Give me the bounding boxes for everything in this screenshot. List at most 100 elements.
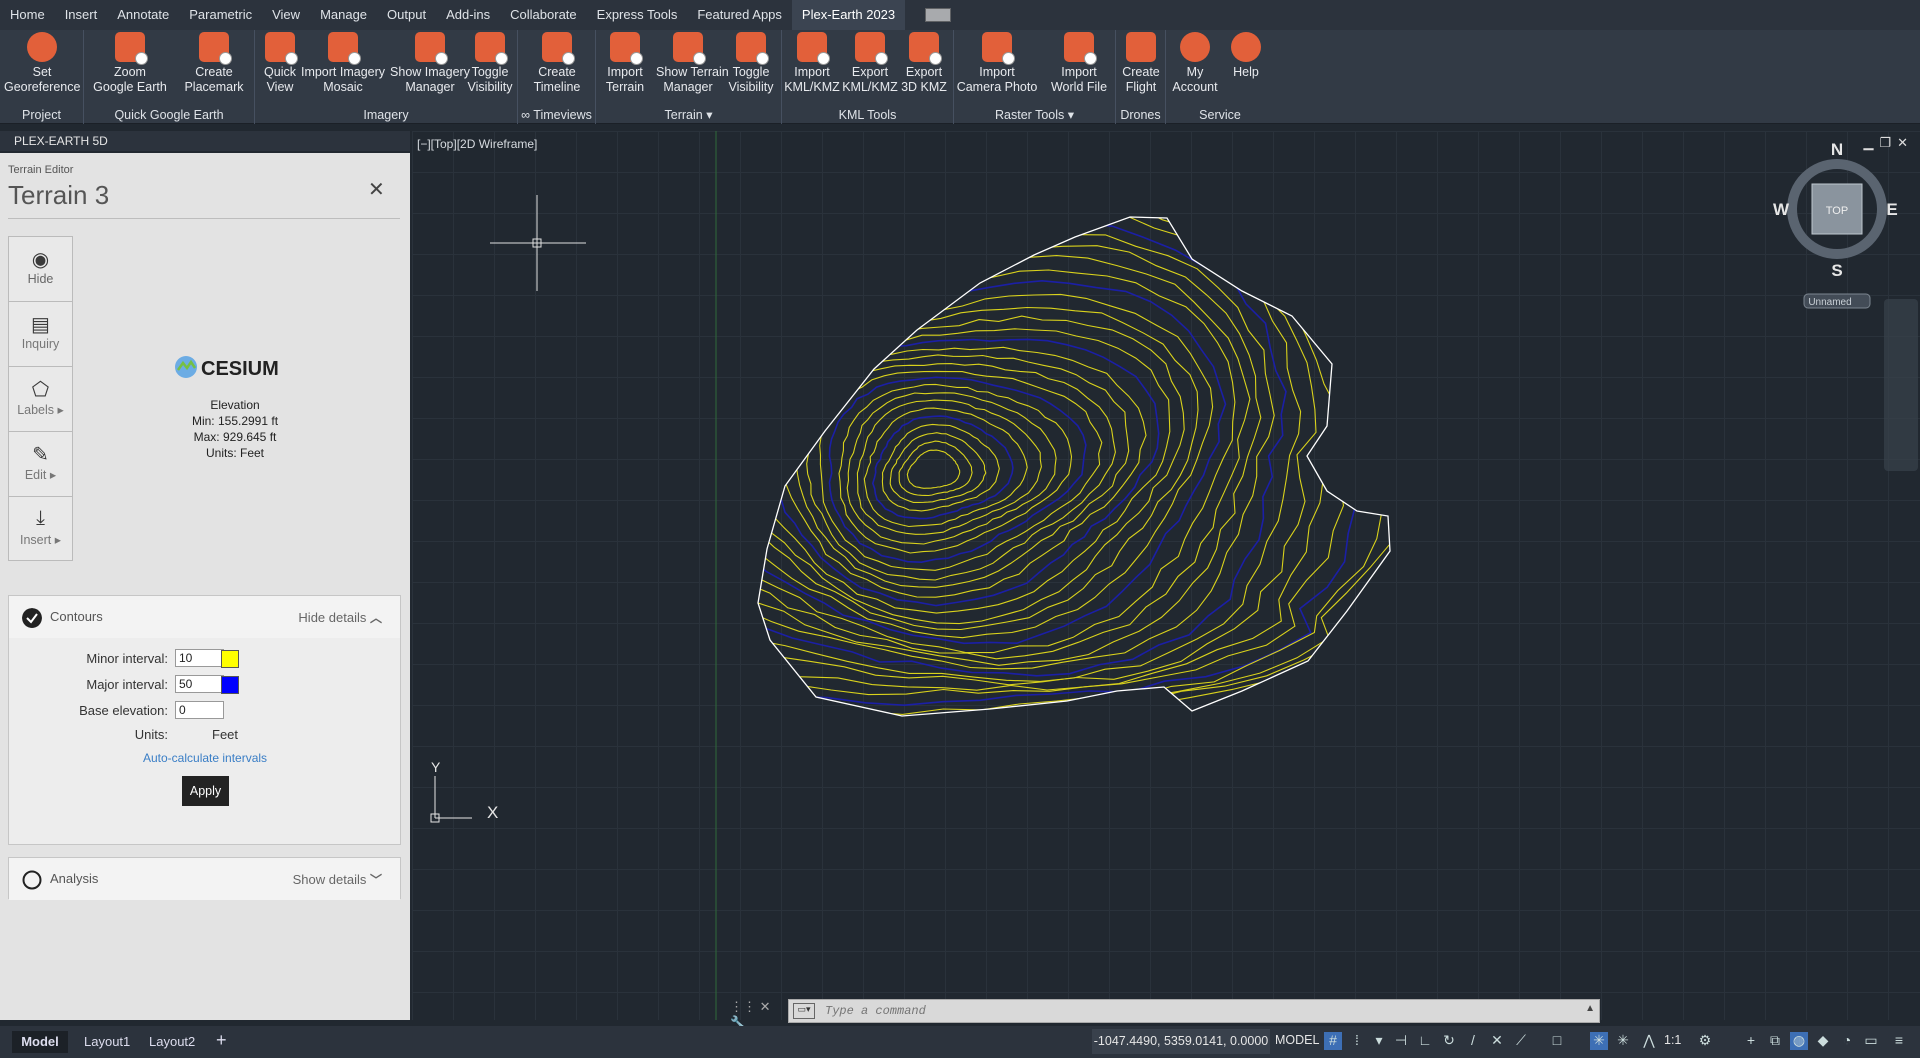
export-3d-kmz-button[interactable]: Export 3D KMZ: [898, 32, 950, 95]
autoscale-icon[interactable]: ✳: [1614, 1032, 1632, 1050]
menu-tab-manage[interactable]: Manage: [310, 0, 377, 30]
command-line-handle[interactable]: ⋮⋮ ✕ 🔧: [730, 999, 786, 1030]
terrain-contour-drawing[interactable]: TOP N S E W Unnamed Y X: [412, 131, 1920, 1020]
ortho-icon[interactable]: ∟: [1416, 1032, 1434, 1050]
minor-color-swatch[interactable]: [221, 650, 239, 668]
my-account-button[interactable]: My Account: [1170, 32, 1220, 95]
import-camera-photo-button[interactable]: Import Camera Photo: [956, 32, 1038, 95]
show-terrain-manager-button[interactable]: Show Terrain Manager: [656, 32, 729, 95]
ribbon: Set Georeference Project Zoom Google Earth…: [0, 30, 1920, 124]
group-label-raster-tools[interactable]: Raster Tools ▾: [954, 107, 1115, 122]
analysis-header[interactable]: Analysis Show details ﹀: [9, 858, 400, 900]
import-world-file-button[interactable]: Import World File: [1046, 32, 1112, 95]
clean-screen-icon[interactable]: ▭: [1862, 1032, 1880, 1050]
major-color-swatch[interactable]: [221, 676, 239, 694]
set-georeference-button[interactable]: Set Georeference: [4, 32, 80, 95]
navigation-bar[interactable]: [1884, 299, 1918, 471]
gear-icon[interactable]: ⚙: [1696, 1032, 1714, 1050]
ribbon-group-terrain: Import Terrain Show Terrain Manager Toggle…: [596, 30, 782, 124]
show-imagery-manager-button[interactable]: Show Imagery Manager: [383, 32, 477, 95]
units-icon[interactable]: ⧉: [1766, 1032, 1784, 1050]
hardware-accel-icon[interactable]: ◔: [1838, 1032, 1856, 1050]
create-flight-button[interactable]: Create Flight: [1118, 32, 1164, 95]
zoom-google-earth-button[interactable]: Zoom Google Earth: [92, 32, 168, 95]
units-label: Units:: [134, 727, 168, 742]
coordinates-readout[interactable]: -1047.4490, 5359.0141, 0.0000: [1092, 1029, 1270, 1054]
annotation-visibility-icon[interactable]: ✳: [1590, 1032, 1608, 1050]
isodraft-icon[interactable]: /: [1464, 1032, 1482, 1050]
chevron-up-icon: ︿: [369, 611, 382, 625]
hide-details-toggle[interactable]: Hide details ︿: [298, 609, 382, 626]
ribbon-label-line: KML/KMZ: [842, 80, 898, 94]
menu-tab-add-ins[interactable]: Add-ins: [436, 0, 500, 30]
import-terrain-button[interactable]: Import Terrain: [600, 32, 650, 95]
help-button[interactable]: Help: [1226, 32, 1266, 80]
menu-tab-plex-earth-2023[interactable]: Plex-Earth 2023: [791, 0, 906, 30]
menu-tab-output[interactable]: Output: [377, 0, 436, 30]
drawing-viewport[interactable]: [−][Top][2D Wireframe] ▁❐✕ TOP N S E W U…: [412, 131, 1920, 1020]
scale-dropdown[interactable]: 1:1: [1664, 1033, 1681, 1047]
menu-tab-home[interactable]: Home: [0, 0, 55, 30]
osnap-icon[interactable]: ✕: [1488, 1032, 1506, 1050]
menu-tab-express-tools[interactable]: Express Tools: [587, 0, 688, 30]
workspace-dropdown[interactable]: [925, 8, 952, 22]
close-icon[interactable]: ✕: [368, 177, 385, 202]
edit-tool[interactable]: ✎ Edit ▸: [9, 432, 72, 497]
plus-icon[interactable]: +: [1742, 1032, 1760, 1050]
inquiry-icon: ▤: [31, 314, 50, 336]
plex-icon[interactable]: ◆: [1814, 1032, 1832, 1050]
base-elevation-input[interactable]: [175, 701, 224, 719]
apply-button[interactable]: Apply: [182, 776, 229, 806]
grid-icon[interactable]: #: [1324, 1032, 1342, 1050]
auto-calculate-link[interactable]: Auto-calculate intervals: [143, 751, 267, 765]
create-timeline-button[interactable]: Create Timeline: [524, 32, 590, 95]
select-cycle-icon[interactable]: □: [1548, 1032, 1566, 1050]
menu-tab-featured-apps[interactable]: Featured Apps: [687, 0, 792, 30]
create-placemark-button[interactable]: Create Placemark: [178, 32, 250, 95]
minor-contour: [863, 407, 1028, 528]
menu-tab-collaborate[interactable]: Collaborate: [500, 0, 587, 30]
import-imagery-mosaic-button[interactable]: Import Imagery Mosaic: [296, 32, 390, 95]
annotation-scale-icon[interactable]: ⋀: [1640, 1032, 1658, 1050]
insert-tool[interactable]: ⤓ Insert ▸: [9, 497, 72, 562]
menu-tab-parametric[interactable]: Parametric: [179, 0, 262, 30]
checked-icon[interactable]: [22, 608, 42, 628]
infer-icon[interactable]: ⊣: [1392, 1032, 1410, 1050]
snap-icon[interactable]: ⁞: [1348, 1032, 1366, 1050]
tab-layout1[interactable]: Layout1: [84, 1034, 130, 1049]
toggle-visibility-imagery-button[interactable]: Toggle Visibility: [465, 32, 515, 95]
menu-tab-annotate[interactable]: Annotate: [107, 0, 179, 30]
menu-tab-view[interactable]: View: [262, 0, 310, 30]
labels-tool[interactable]: ⬠ Labels ▸: [9, 367, 72, 432]
import-kml-button[interactable]: Import KML/KMZ: [784, 32, 840, 95]
toggle-visibility-terrain-button[interactable]: Toggle Visibility: [726, 32, 776, 95]
customize-menu-icon[interactable]: ≡: [1890, 1032, 1908, 1050]
snap-dropdown-icon[interactable]: ▾: [1370, 1032, 1388, 1050]
unchecked-icon[interactable]: [22, 870, 42, 890]
show-details-toggle[interactable]: Show details ﹀: [293, 871, 382, 888]
polar-icon[interactable]: ↻: [1440, 1032, 1458, 1050]
minor-contour: [758, 315, 1185, 625]
ribbon-label-line: Import: [607, 65, 643, 79]
elevation-heading: Elevation: [210, 398, 260, 412]
add-layout-button[interactable]: +: [216, 1030, 227, 1051]
model-space-button[interactable]: MODEL: [1275, 1033, 1319, 1047]
group-label-quick-google-earth: Quick Google Earth: [114, 108, 224, 122]
ribbon-label-line: Export: [905, 65, 943, 79]
minor-interval-input[interactable]: [175, 649, 224, 667]
tab-model[interactable]: Model: [12, 1031, 68, 1053]
panel-titlebar[interactable]: PLEX-EARTH 5D: [0, 131, 410, 151]
export-kml-button[interactable]: Export KML/KMZ: [842, 32, 898, 95]
viewcube[interactable]: TOP N S E W Unnamed: [1773, 140, 1898, 309]
command-line[interactable]: ▭▾ ▲: [788, 999, 1600, 1023]
tab-layout2[interactable]: Layout2: [149, 1034, 195, 1049]
major-interval-input[interactable]: [175, 675, 224, 693]
otrack-icon[interactable]: ⟋: [1512, 1032, 1530, 1050]
menu-tab-insert[interactable]: Insert: [55, 0, 108, 30]
command-input[interactable]: [825, 1002, 1565, 1020]
group-label-terrain[interactable]: Terrain ▾: [596, 107, 781, 122]
isolate-icon[interactable]: ◍: [1790, 1032, 1808, 1050]
inquiry-tool[interactable]: ▤ Inquiry: [9, 302, 72, 367]
contours-header[interactable]: Contours Hide details ︿: [9, 596, 400, 638]
hide-tool[interactable]: ◉ Hide: [9, 237, 72, 302]
